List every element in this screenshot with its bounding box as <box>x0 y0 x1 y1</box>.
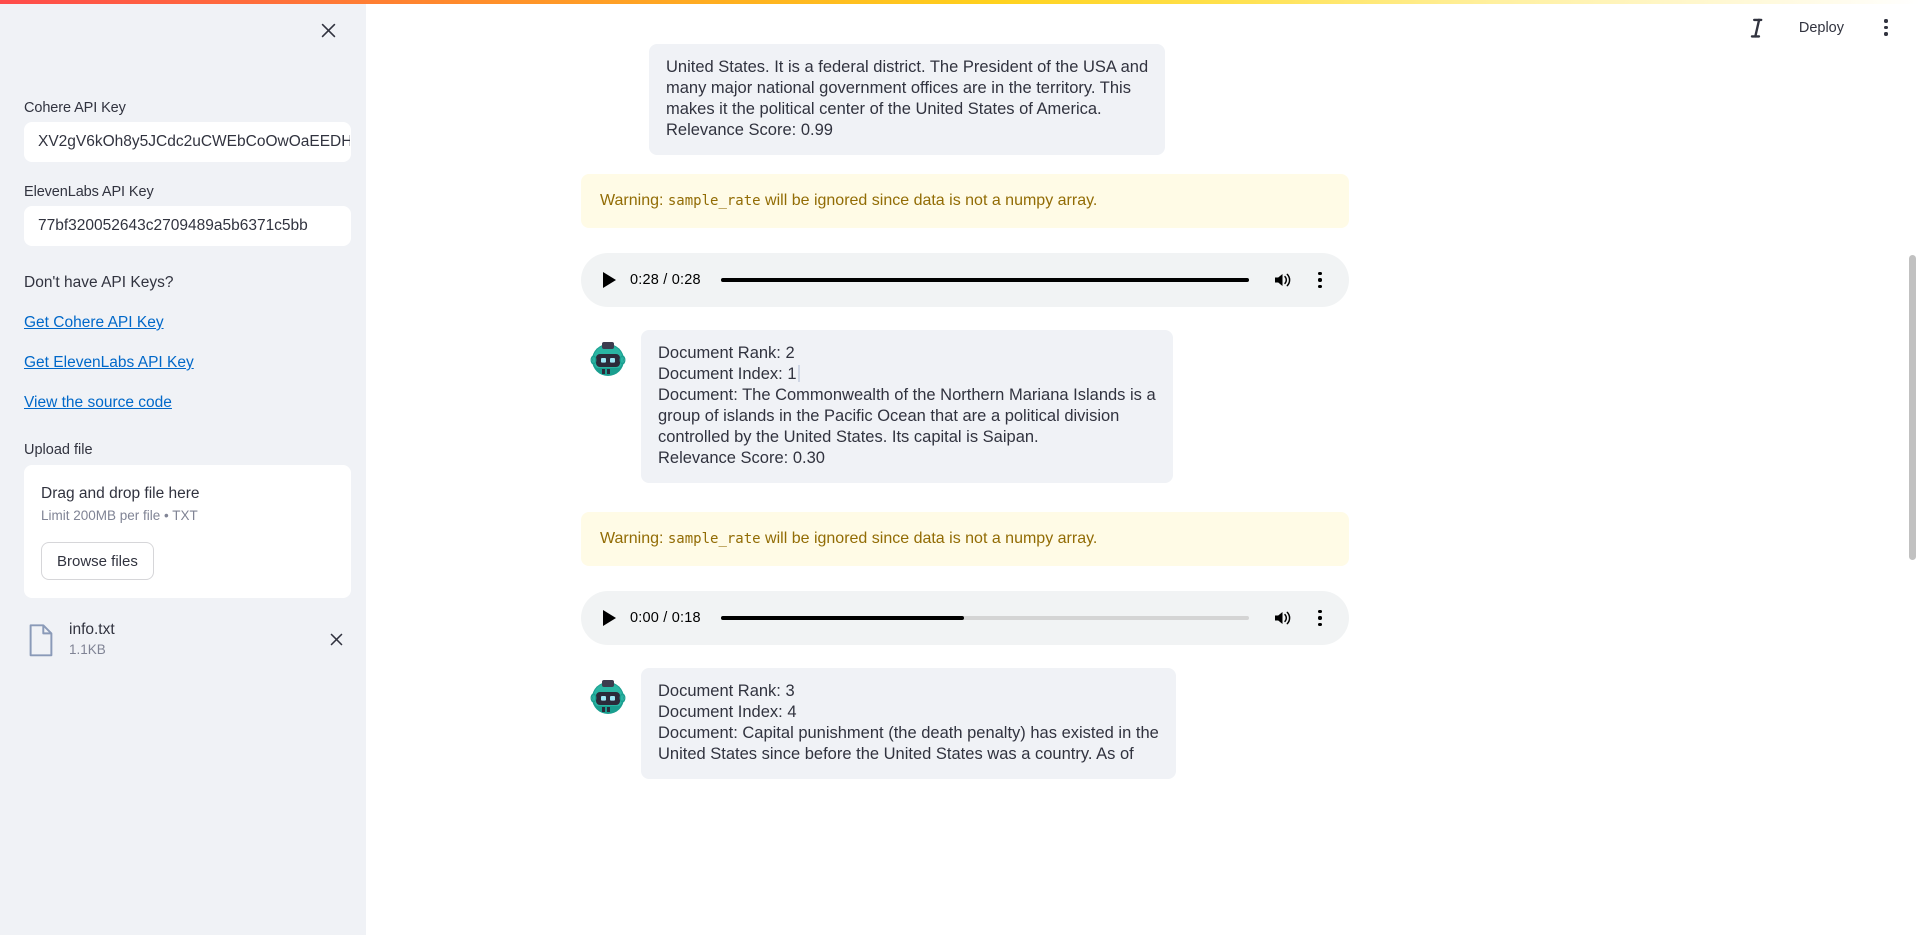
play-icon[interactable] <box>603 610 616 626</box>
info-icon[interactable] <box>1743 14 1771 42</box>
warning-suffix: will be ignored since data is not a nump… <box>760 192 1098 209</box>
file-document-icon <box>26 623 56 657</box>
robot-avatar <box>587 338 629 380</box>
play-icon[interactable] <box>603 272 616 288</box>
bubble-line: makes it the political center of the Uni… <box>666 100 1102 118</box>
api-keys-help-title: Don't have API Keys? <box>24 274 174 291</box>
audio-time-display: 0:28 / 0:28 <box>630 272 701 288</box>
vertical-scrollbar[interactable] <box>1909 255 1916 560</box>
bubble-line: United States since before the United St… <box>658 745 1134 763</box>
cohere-api-key-input[interactable]: XV2gV6kOh8y5JCdc2uCWEbCoOwOaEEDH <box>24 122 351 162</box>
app-header: Deploy <box>1743 0 1920 55</box>
elevenlabs-api-key-input[interactable]: 77bf320052643c2709489a5b6371c5bb <box>24 206 351 246</box>
bubble-line: Document Rank: 3 <box>658 682 795 700</box>
audio-player-2[interactable]: 0:28 / 0:28 <box>581 253 1349 307</box>
dropzone-subtitle: Limit 200MB per file • TXT <box>41 508 198 523</box>
warning-prefix: Warning: <box>600 530 668 547</box>
audio-options-icon[interactable] <box>1309 606 1331 630</box>
cohere-api-key-label: Cohere API Key <box>24 100 126 116</box>
view-source-code-link[interactable]: View the source code <box>24 394 172 412</box>
warning-box-4: Warning: sample_rate will be ignored sin… <box>581 512 1349 566</box>
kebab-menu-icon[interactable] <box>1872 14 1900 42</box>
warning-code: sample_rate <box>667 531 761 547</box>
uploaded-file-meta: info.txt 1.1KB <box>69 620 310 659</box>
remove-file-icon[interactable] <box>323 627 349 653</box>
bubble-line: Document: The Commonwealth of the Northe… <box>658 386 1156 404</box>
message-bubble-0: United States. It is a federal district.… <box>649 44 1166 155</box>
warning-box-1: Warning: sample_rate will be ignored sin… <box>581 174 1349 228</box>
close-icon[interactable] <box>312 14 344 46</box>
audio-player-5[interactable]: 0:00 / 0:18 <box>581 591 1349 645</box>
app-root: Cohere API Key XV2gV6kOh8y5JCdc2uCWEbCoO… <box>0 0 1920 935</box>
warning-suffix: will be ignored since data is not a nump… <box>760 530 1098 547</box>
file-dropzone[interactable]: Drag and drop file here Limit 200MB per … <box>24 465 351 598</box>
upload-file-label: Upload file <box>24 442 93 458</box>
bubble-line: Document Rank: 2 <box>658 344 795 362</box>
message-bubble-3: Document Rank: 2 Document Index: 1 Docum… <box>587 330 1173 483</box>
message-bubble-6: Document Rank: 3 Document Index: 4 Docum… <box>587 668 1176 779</box>
bubble-line: Document Index: 1 <box>658 364 1156 385</box>
get-cohere-api-key-link[interactable]: Get Cohere API Key <box>24 314 164 332</box>
audio-progress-fill <box>720 616 964 620</box>
bubble-line: Relevance Score: 0.30 <box>658 449 825 467</box>
assistant-bubble: United States. It is a federal district.… <box>649 44 1166 155</box>
get-elevenlabs-api-key-link[interactable]: Get ElevenLabs API Key <box>24 354 194 372</box>
bubble-line: many major national government offices a… <box>666 79 1131 97</box>
text-caret <box>797 365 800 382</box>
bubble-line: controlled by the United States. Its cap… <box>658 428 1039 446</box>
bubble-line: Document: Capital punishment (the death … <box>658 724 1159 742</box>
uploaded-file-name: info.txt <box>69 621 115 638</box>
browse-files-button[interactable]: Browse files <box>41 542 154 580</box>
warning-prefix: Warning: <box>600 192 668 209</box>
elevenlabs-api-key-label: ElevenLabs API Key <box>24 184 154 200</box>
bubble-line: United States. It is a federal district.… <box>666 58 1149 76</box>
main-content: Deploy United States. It is a federal di… <box>366 0 1920 935</box>
uploaded-file-item: info.txt 1.1KB <box>24 614 351 665</box>
decoration-bar <box>0 0 1920 4</box>
deploy-button[interactable]: Deploy <box>1791 15 1852 41</box>
bubble-line: Relevance Score: 0.99 <box>666 121 833 139</box>
volume-icon[interactable] <box>1269 605 1295 631</box>
chat-stream: United States. It is a federal district.… <box>366 0 1920 935</box>
assistant-bubble: Document Rank: 2 Document Index: 1 Docum… <box>641 330 1173 483</box>
dropzone-title: Drag and drop file here <box>41 485 200 502</box>
bubble-line: group of islands in the Pacific Ocean th… <box>658 407 1120 425</box>
sidebar: Cohere API Key XV2gV6kOh8y5JCdc2uCWEbCoO… <box>0 0 366 935</box>
bubble-line: Document Index: 4 <box>658 703 797 721</box>
audio-time-display: 0:00 / 0:18 <box>630 610 701 626</box>
bubble-line-text: Document Index: 1 <box>658 365 797 383</box>
audio-progress-track[interactable] <box>720 278 1249 282</box>
uploaded-file-size: 1.1KB <box>69 642 106 657</box>
audio-options-icon[interactable] <box>1309 268 1331 292</box>
audio-progress-track[interactable] <box>720 616 1249 620</box>
warning-code: sample_rate <box>667 193 761 209</box>
assistant-bubble: Document Rank: 3 Document Index: 4 Docum… <box>641 668 1176 779</box>
audio-progress-fill <box>720 278 1249 282</box>
volume-icon[interactable] <box>1269 267 1295 293</box>
robot-avatar <box>587 676 629 718</box>
